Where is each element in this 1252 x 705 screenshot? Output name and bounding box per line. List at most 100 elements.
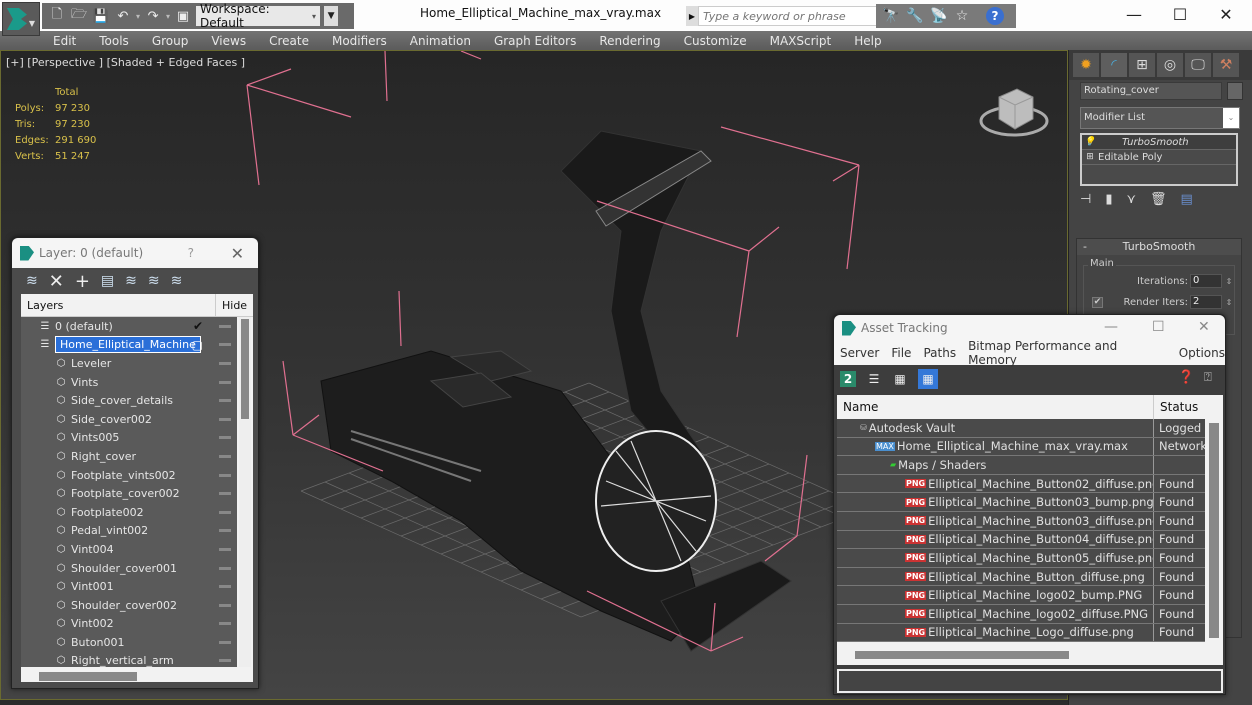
close-button[interactable]: ✕: [1198, 319, 1210, 335]
save-icon[interactable]: 💾: [92, 7, 110, 25]
remove-modifier-icon[interactable]: 🗑: [1150, 192, 1167, 207]
menu-paths[interactable]: Paths: [923, 346, 956, 360]
column-layers[interactable]: Layers: [21, 299, 215, 312]
hide-toggle[interactable]: [219, 343, 231, 347]
rollout-header[interactable]: - TurboSmooth: [1077, 239, 1241, 255]
layer-row[interactable]: ⬡ Shoulder_cover001: [21, 559, 237, 578]
layer-row[interactable]: ⬡ Vints: [21, 373, 237, 392]
menu-server[interactable]: Server: [840, 346, 879, 360]
redo-icon[interactable]: ↷: [144, 7, 162, 25]
close-button[interactable]: ✕: [1214, 4, 1238, 24]
help-icon[interactable]: ?: [986, 7, 1004, 25]
hide-toggle[interactable]: [219, 399, 231, 403]
configure-modifier-sets-icon[interactable]: ▤: [1181, 192, 1193, 207]
help-icon[interactable]: ⍰: [1204, 370, 1212, 385]
menu-edit[interactable]: Edit: [53, 34, 76, 48]
render-iters-spinner[interactable]: ⇕: [1224, 298, 1234, 307]
asset-row[interactable]: ⛁Autodesk Vault Logged Out: [837, 419, 1205, 438]
maximize-button[interactable]: ☐: [1168, 4, 1192, 24]
asset-row[interactable]: PNG Elliptical_Machine_Button03_diffuse.p…: [837, 511, 1205, 531]
minimize-button[interactable]: —: [1104, 319, 1118, 335]
search-input[interactable]: [698, 6, 886, 26]
layer-row[interactable]: ⬡ Footplate002: [21, 503, 237, 522]
layer-row[interactable]: ⬡ Footplate_cover002: [21, 484, 237, 503]
iterations-spinner[interactable]: ⇕: [1224, 277, 1234, 286]
modify-tab-curve-icon[interactable]: ◜: [1101, 53, 1127, 77]
layer-row[interactable]: ⬡ Buton001: [21, 633, 237, 652]
asset-row[interactable]: MAX Home_Elliptical_Machine_max_vray.max N…: [837, 437, 1205, 457]
expand-plus-icon[interactable]: ⊞: [1082, 152, 1098, 162]
make-unique-icon[interactable]: ⋎: [1126, 192, 1136, 207]
menu-modifiers[interactable]: Modifiers: [332, 34, 387, 48]
viewcube-cube-icon[interactable]: [998, 88, 1034, 130]
layer-row[interactable]: ⬡ Leveler: [21, 354, 237, 373]
workspace-dropdown[interactable]: Workspace: Default ▾: [196, 2, 321, 30]
satellite-icon[interactable]: 📡: [930, 8, 947, 24]
hide-toggle[interactable]: [219, 529, 231, 533]
layer-dialog-titlebar[interactable]: Layer: 0 (default) ? ✕: [12, 238, 258, 268]
hide-toggle[interactable]: [219, 622, 231, 626]
maximize-button[interactable]: ☐: [1152, 319, 1165, 335]
hide-toggle[interactable]: [219, 640, 231, 644]
undo-icon[interactable]: ↶: [114, 7, 132, 25]
menu-tools[interactable]: Tools: [99, 34, 129, 48]
table-view-icon[interactable]: ▦: [918, 368, 938, 389]
show-end-result-icon[interactable]: ▮: [1105, 192, 1112, 207]
elliptical-machine-model[interactable]: [320, 130, 792, 652]
stack-item-turbosmooth[interactable]: 💡 TurboSmooth: [1082, 135, 1236, 150]
hide-toggle[interactable]: [219, 473, 231, 477]
menu-options[interactable]: Options: [1179, 346, 1225, 360]
key-icon[interactable]: 🔧: [906, 8, 923, 24]
iterations-input[interactable]: 0: [1190, 274, 1222, 288]
help-button[interactable]: ?: [188, 246, 194, 260]
asset-row[interactable]: PNG Elliptical_Machine_Button_diffuse.png…: [837, 567, 1205, 587]
create-tab-sun-icon[interactable]: ✹: [1073, 53, 1099, 77]
create-layer-icon[interactable]: ≋: [26, 273, 38, 289]
hide-toggle[interactable]: [219, 603, 231, 607]
pin-stack-icon[interactable]: ⊣: [1080, 192, 1091, 207]
asset-row[interactable]: PNG Elliptical_Machine_logo02_bump.PNG Fou…: [837, 586, 1205, 605]
layer-row[interactable]: ⬡ Vint001: [21, 577, 237, 596]
asset-row[interactable]: PNG Elliptical_Machine_Button02_diffuse.p…: [837, 474, 1205, 494]
layer-row[interactable]: ⬡ Vints005: [21, 429, 237, 448]
hierarchy-tab-icon[interactable]: ⊞: [1129, 53, 1155, 77]
menu-views[interactable]: Views: [211, 34, 246, 48]
utilities-tab-hammer-icon[interactable]: ⚒: [1213, 53, 1239, 77]
lightbulb-icon[interactable]: 💡: [1082, 137, 1098, 147]
select-layer-icon[interactable]: ≋: [125, 273, 137, 289]
hide-toggle[interactable]: [219, 436, 231, 440]
horizontal-scrollbar[interactable]: [855, 651, 1069, 659]
render-iters-input[interactable]: 2: [1190, 295, 1222, 309]
motion-tab-icon[interactable]: ◎: [1157, 53, 1183, 77]
column-name[interactable]: Name: [837, 395, 1154, 419]
undo-dropdown-icon[interactable]: ▾: [136, 12, 140, 21]
display-tab-monitor-icon[interactable]: 🖵: [1185, 53, 1211, 77]
customize-toolbar-icon[interactable]: ▼: [324, 6, 339, 26]
hide-toggle[interactable]: [219, 547, 231, 551]
viewport-label-menu[interactable]: [+] [Perspective ] [Shaded + Edged Faces…: [6, 56, 245, 69]
hide-toggle[interactable]: [219, 417, 231, 421]
expand-arrow-icon[interactable]: ▶: [686, 6, 698, 26]
vertical-scrollbar[interactable]: [1209, 423, 1219, 638]
open-folder-icon[interactable]: 🗁: [70, 7, 88, 25]
vertical-scrollbar[interactable]: [239, 317, 251, 667]
hide-toggle[interactable]: [219, 566, 231, 570]
layer-row[interactable]: ⬡ Right_vertical_arm: [21, 652, 237, 667]
menu-create[interactable]: Create: [269, 34, 309, 48]
menu-bitmap-performance[interactable]: Bitmap Performance and Memory: [968, 339, 1167, 367]
column-hide[interactable]: Hide: [215, 293, 253, 317]
menu-file[interactable]: File: [891, 346, 911, 360]
set-current-checkbox[interactable]: ▢: [192, 338, 203, 352]
redo-dropdown-icon[interactable]: ▾: [166, 12, 170, 21]
layer-row[interactable]: ⬡ Side_cover_details: [21, 391, 237, 410]
list-view-icon[interactable]: ☰: [866, 371, 882, 387]
scrollbar-thumb[interactable]: [241, 319, 249, 419]
layer-row[interactable]: ⬡ Pedal_vint002: [21, 522, 237, 541]
column-status[interactable]: Status: [1154, 400, 1198, 414]
project-folder-icon[interactable]: ▣: [174, 7, 192, 25]
hide-toggle[interactable]: [219, 380, 231, 384]
new-file-icon[interactable]: 🗋: [48, 7, 66, 25]
menu-graph-editors[interactable]: Graph Editors: [494, 34, 576, 48]
layer-row[interactable]: ☰ 0 (default) ✔: [21, 317, 237, 336]
viewcube[interactable]: [979, 83, 1049, 139]
